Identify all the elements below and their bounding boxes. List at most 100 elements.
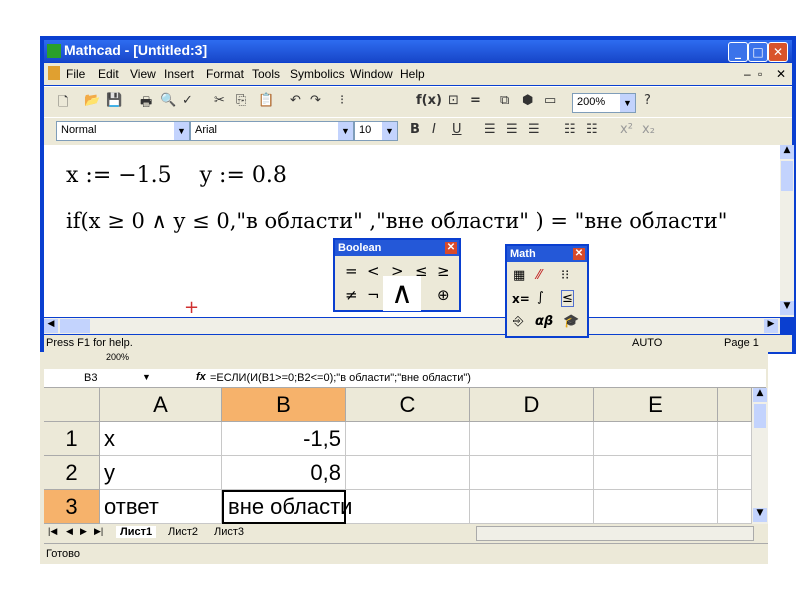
first-sheet-icon[interactable]: |◀: [48, 526, 57, 537]
boolean-toggle-icon[interactable]: ≤: [561, 290, 574, 307]
select-all-corner[interactable]: [44, 388, 100, 422]
sheet-tab-2[interactable]: Лист2: [164, 526, 202, 538]
align-center-icon[interactable]: ☰: [506, 122, 518, 137]
style-select[interactable]: Normal ▼: [56, 121, 190, 141]
save-icon[interactable]: 💾: [106, 93, 122, 108]
math-definitions[interactable]: x := −1.5 y := 0.8: [66, 163, 287, 188]
menu-symbolics[interactable]: Symbolics: [290, 67, 345, 81]
column-header-e[interactable]: E: [594, 388, 718, 422]
cell-d2[interactable]: [470, 456, 594, 490]
fx-icon[interactable]: fx: [196, 371, 206, 383]
menu-help[interactable]: Help: [400, 67, 425, 81]
copy-icon[interactable]: ⎘: [236, 93, 246, 108]
cell-b2[interactable]: 0,8: [222, 456, 346, 490]
preview-icon[interactable]: 🔍: [160, 93, 176, 108]
excel-vertical-scrollbar[interactable]: ▲ ▼: [752, 388, 768, 524]
units-icon[interactable]: ⊡: [448, 93, 459, 108]
underline-icon[interactable]: U: [452, 122, 462, 137]
minimize-icon[interactable]: _: [728, 42, 748, 62]
cell-e3[interactable]: [594, 490, 718, 524]
sheet-tab-1[interactable]: Лист1: [116, 526, 157, 538]
cell-a3[interactable]: ответ: [100, 490, 222, 524]
and-button[interactable]: ∧: [383, 276, 421, 311]
horizontal-scrollbar[interactable]: [476, 526, 754, 541]
matrix-icon[interactable]: ⁝⁝: [561, 268, 569, 283]
scroll-thumb[interactable]: [60, 319, 90, 333]
not-equal-button[interactable]: ≠: [345, 286, 358, 304]
next-sheet-icon[interactable]: ▶: [80, 526, 87, 537]
cell-e2[interactable]: [594, 456, 718, 490]
cut-icon[interactable]: ✂: [214, 93, 225, 108]
redo-icon[interactable]: ↷: [310, 93, 321, 108]
maximize-icon[interactable]: □: [748, 42, 768, 62]
cell-f1[interactable]: [718, 422, 752, 456]
programming-icon[interactable]: ⎆: [513, 314, 523, 329]
subscript-icon[interactable]: x₂: [642, 122, 655, 137]
boolean-palette[interactable]: Boolean ✕ = < > ≤ ≥ ≠ ¬ ∧ ⊕: [333, 238, 461, 312]
cell-b3-active[interactable]: вне области: [222, 490, 352, 524]
boolean-palette-header[interactable]: Boolean ✕: [335, 240, 459, 256]
column-header-f[interactable]: [718, 388, 752, 422]
row-header-2[interactable]: 2: [44, 456, 100, 490]
column-header-a[interactable]: A: [100, 388, 222, 422]
menu-window[interactable]: Window: [350, 67, 393, 81]
spreadsheet-grid[interactable]: A B C D E 1 2 3 x -1,5 y 0,8 ответ вне о…: [44, 388, 752, 524]
row-header-3[interactable]: 3: [44, 490, 100, 524]
cell-b1[interactable]: -1,5: [222, 422, 346, 456]
undo-icon[interactable]: ↶: [290, 93, 301, 108]
menu-insert[interactable]: Insert: [164, 67, 194, 81]
superscript-icon[interactable]: x²: [620, 122, 633, 137]
last-sheet-icon[interactable]: ▶|: [94, 526, 103, 537]
spellcheck-icon[interactable]: ✓: [182, 93, 193, 108]
chevron-down-icon[interactable]: ▼: [142, 372, 151, 382]
cell-f2[interactable]: [718, 456, 752, 490]
scroll-up-icon[interactable]: ▲: [780, 145, 794, 159]
new-icon[interactable]: 🗋: [58, 93, 68, 115]
menu-format[interactable]: Format: [206, 67, 244, 81]
cell-d3[interactable]: [470, 490, 594, 524]
align-right-icon[interactable]: ☰: [528, 122, 540, 137]
graph-icon[interactable]: ⁄⁄: [537, 268, 541, 283]
cell-e1[interactable]: [594, 422, 718, 456]
menu-view[interactable]: View: [130, 67, 156, 81]
cell-f3[interactable]: [718, 490, 752, 524]
print-icon[interactable]: 🖶: [140, 93, 152, 115]
cell-a1[interactable]: x: [100, 422, 222, 456]
bold-icon[interactable]: B: [410, 122, 420, 137]
align-icon[interactable]: ⁝: [340, 93, 344, 108]
calculate-icon[interactable]: =: [470, 93, 481, 108]
open-icon[interactable]: 📂: [84, 93, 100, 108]
scroll-right-icon[interactable]: ▶: [764, 319, 778, 333]
calculator-icon[interactable]: ▦: [513, 268, 525, 283]
scroll-thumb[interactable]: [781, 161, 793, 191]
sheet-tab-3[interactable]: Лист3: [210, 526, 248, 538]
name-box[interactable]: B3: [84, 372, 97, 384]
doc-minimize-icon[interactable]: –: [744, 67, 751, 81]
cell-a2[interactable]: y: [100, 456, 222, 490]
doc-restore-icon[interactable]: ▫: [758, 67, 762, 81]
cell-c2[interactable]: [346, 456, 470, 490]
less-than-button[interactable]: <: [367, 262, 380, 280]
scroll-left-icon[interactable]: ◀: [44, 319, 58, 333]
cell-d1[interactable]: [470, 422, 594, 456]
component-icon[interactable]: ⧉: [500, 93, 509, 108]
doc-close-icon[interactable]: ✕: [776, 67, 786, 81]
resource-icon[interactable]: ⬢: [522, 93, 533, 108]
equal-button[interactable]: =: [345, 262, 358, 280]
bullets-icon[interactable]: ☷: [564, 122, 576, 137]
menu-tools[interactable]: Tools: [252, 67, 280, 81]
column-header-b[interactable]: B: [222, 388, 346, 422]
cell-c1[interactable]: [346, 422, 470, 456]
numbering-icon[interactable]: ☷: [586, 122, 598, 137]
scroll-down-icon[interactable]: ▼: [780, 301, 794, 315]
column-header-d[interactable]: D: [470, 388, 594, 422]
function-icon[interactable]: f(x): [416, 93, 442, 108]
close-icon[interactable]: ✕: [445, 242, 457, 254]
menu-edit[interactable]: Edit: [98, 67, 119, 81]
vertical-scrollbar[interactable]: ▲ ▼: [780, 145, 794, 317]
window-icon[interactable]: ▭: [544, 93, 556, 108]
paste-icon[interactable]: 📋: [258, 93, 274, 108]
menu-file[interactable]: File: [66, 67, 85, 81]
math-if-expression[interactable]: if(x ≥ 0 ∧ y ≤ 0,"в области" ,"вне облас…: [66, 209, 727, 233]
not-button[interactable]: ¬: [367, 286, 380, 304]
